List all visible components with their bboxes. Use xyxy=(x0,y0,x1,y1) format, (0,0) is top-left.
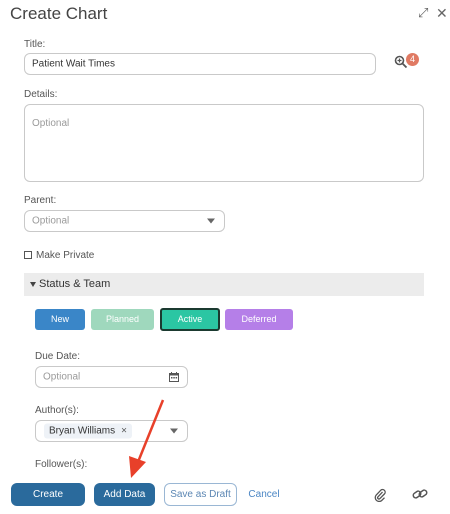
create-button[interactable]: Create xyxy=(11,483,85,506)
details-label: Details: xyxy=(24,89,58,100)
chevron-down-icon xyxy=(207,218,215,224)
parent-select[interactable]: Optional xyxy=(24,210,225,232)
status-planned-button[interactable]: Planned xyxy=(91,309,154,330)
status-new-button[interactable]: New xyxy=(35,309,85,330)
triangle-down-icon xyxy=(30,282,36,287)
due-date-placeholder: Optional xyxy=(43,371,81,383)
expand-icon[interactable]: ⤢ xyxy=(418,5,428,21)
author-chip: Bryan Williams × xyxy=(44,423,132,439)
authors-select[interactable]: Bryan Williams × xyxy=(35,420,188,442)
chevron-down-icon xyxy=(170,428,178,434)
status-team-section[interactable]: Status & Team xyxy=(24,273,424,296)
cancel-link[interactable]: Cancel xyxy=(244,483,284,506)
notification-badge: 4 xyxy=(406,53,419,66)
title-input[interactable]: Patient Wait Times xyxy=(24,53,376,75)
link-icon[interactable] xyxy=(412,487,428,501)
close-icon[interactable]: ✕ xyxy=(436,5,448,22)
title-label: Title: xyxy=(24,39,46,50)
details-textarea[interactable]: Optional xyxy=(24,104,424,182)
due-date-input[interactable]: Optional xyxy=(35,366,188,388)
window-title: Create Chart xyxy=(10,4,108,23)
author-chip-label: Bryan Williams xyxy=(49,425,116,437)
parent-label: Parent: xyxy=(24,195,57,206)
paperclip-icon[interactable] xyxy=(374,488,386,502)
private-checkbox[interactable] xyxy=(24,251,32,259)
followers-label: Follower(s): xyxy=(35,459,88,470)
section-label: Status & Team xyxy=(39,278,111,290)
authors-label: Author(s): xyxy=(35,405,79,416)
save-draft-button[interactable]: Save as Draft xyxy=(164,483,237,506)
remove-icon[interactable]: × xyxy=(121,426,127,437)
parent-placeholder: Optional xyxy=(32,215,70,227)
status-deferred-button[interactable]: Deferred xyxy=(225,309,293,330)
private-label: Make Private xyxy=(36,250,95,261)
title-value: Patient Wait Times xyxy=(32,58,115,70)
add-data-button[interactable]: Add Data xyxy=(94,483,155,506)
calendar-icon[interactable] xyxy=(169,372,179,382)
details-placeholder: Optional xyxy=(32,118,70,129)
status-active-button[interactable]: Active xyxy=(160,308,220,331)
due-date-label: Due Date: xyxy=(35,351,81,362)
